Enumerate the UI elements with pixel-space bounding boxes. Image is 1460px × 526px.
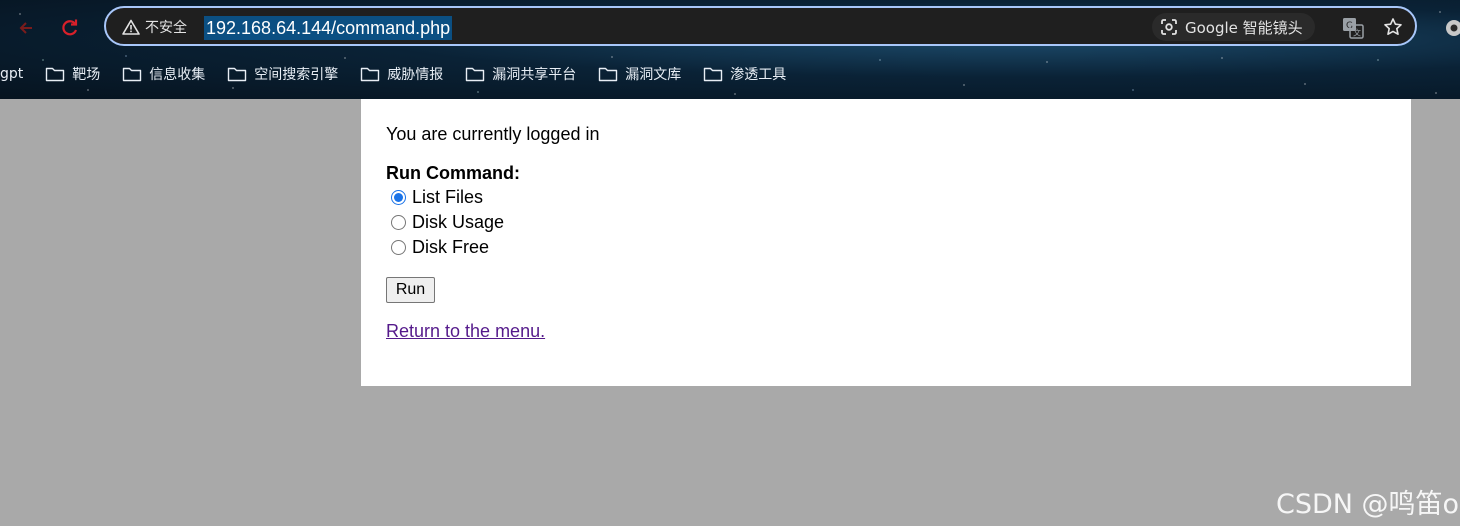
option-label: Disk Usage (412, 211, 505, 232)
option-label: List Files (412, 186, 484, 207)
radio-list-files[interactable] (391, 189, 406, 205)
lens-icon (1161, 19, 1177, 35)
bookmark-folder[interactable]: 空间搜索引擎 (227, 62, 338, 86)
folder-icon (599, 67, 618, 82)
bookmark-label: 漏洞文库 (625, 67, 682, 83)
bookmark-star-button[interactable] (1381, 15, 1405, 39)
run-command-heading: Run Command: (386, 163, 520, 183)
bookmark-label: 信息收集 (149, 67, 206, 83)
security-chip[interactable]: 不安全 (114, 15, 197, 39)
bookmark-label: 空间搜索引擎 (254, 67, 339, 83)
browser-chrome: 不安全 192.168.64.144/command.php Google 智能… (0, 0, 1460, 99)
bookmark-folder[interactable]: 漏洞文库 (598, 62, 681, 86)
back-button[interactable] (12, 14, 40, 42)
radio-disk-free[interactable] (391, 239, 406, 255)
reload-button[interactable] (56, 14, 84, 42)
translate-icon: G 文 (1343, 18, 1364, 39)
bookmark-folder[interactable]: 渗透工具 (703, 62, 786, 86)
url-text[interactable]: 192.168.64.144/command.php (204, 16, 453, 40)
option-label: Disk Free (412, 236, 490, 257)
bookmark-folder[interactable]: 信息收集 (122, 62, 205, 86)
security-label: 不安全 (145, 20, 187, 36)
folder-icon (123, 67, 142, 82)
bookmark-folder[interactable]: 威胁情报 (360, 62, 443, 86)
run-button[interactable]: Run (386, 277, 435, 303)
option-disk-free[interactable]: Disk Free (391, 235, 489, 259)
folder-icon (228, 67, 247, 82)
bookmark-label: 靶场 (72, 67, 101, 83)
address-bar[interactable]: 不安全 192.168.64.144/command.php Google 智能… (104, 6, 1417, 46)
profile-button[interactable] (1440, 16, 1460, 40)
radio-disk-usage[interactable] (391, 214, 406, 230)
bookmark-gpt[interactable]: gpt (0, 62, 23, 86)
bookmark-label: 渗透工具 (730, 67, 787, 83)
svg-text:文: 文 (1353, 28, 1361, 38)
warning-icon (122, 19, 140, 35)
bookmark-label: 威胁情报 (387, 67, 444, 83)
option-disk-usage[interactable]: Disk Usage (391, 210, 504, 234)
bookmark-folder[interactable]: 靶场 (45, 62, 100, 86)
folder-icon (704, 67, 723, 82)
lens-label: Google 智能镜头 (1185, 18, 1303, 37)
arrow-left-icon (19, 22, 32, 34)
option-list-files[interactable]: List Files (391, 185, 483, 209)
bookmark-label: gpt (0, 66, 24, 82)
watermark: CSDN @鸣笛o (1276, 489, 1460, 520)
return-to-menu-link[interactable]: Return to the menu. (386, 321, 545, 342)
content-card: You are currently logged in Run Command:… (361, 99, 1411, 386)
google-lens-button[interactable]: Google 智能镜头 (1152, 13, 1315, 41)
folder-icon (361, 67, 380, 82)
translate-button[interactable]: G 文 (1341, 16, 1365, 40)
star-icon (1384, 18, 1402, 35)
login-status: You are currently logged in (386, 124, 600, 144)
bookmark-label: 漏洞共享平台 (492, 67, 577, 83)
folder-icon (46, 67, 65, 82)
bookmark-folder[interactable]: 漏洞共享平台 (465, 62, 576, 86)
reload-icon (62, 19, 78, 36)
bookmarks-bar: gpt 靶场 信息收集 空间搜索引擎 威胁情报 漏洞共享平台 漏洞文库 渗透工具 (0, 60, 1460, 88)
folder-icon (466, 67, 485, 82)
profile-icon (1446, 20, 1460, 36)
